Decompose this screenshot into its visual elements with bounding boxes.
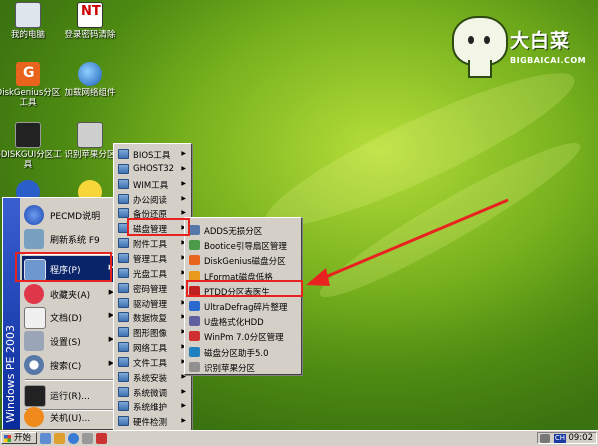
quicklaunch-tool-icon[interactable] — [54, 433, 65, 444]
folder-icon — [118, 267, 129, 278]
programs-submenu: BIOS工具▶GHOST32▶WIM工具▶办公阅读▶备份还原▶磁盘管理▶附件工具… — [113, 143, 192, 445]
highlight-box-disk-management — [127, 218, 190, 236]
winpm-icon — [189, 331, 200, 342]
folder-icon — [118, 193, 129, 204]
favorites-icon — [24, 284, 44, 304]
highlight-box-ptdd — [186, 280, 303, 297]
submenu-arrow-icon: ▶ — [181, 194, 186, 202]
folder-icon — [118, 342, 129, 353]
disk-menu-item-2[interactable]: DiskGenius磁盘分区 — [186, 252, 300, 268]
programs-item-13[interactable]: 网络工具▶ — [115, 339, 190, 354]
submenu-arrow-icon: ▶ — [181, 150, 186, 157]
disk-menu-item-7[interactable]: WinPm 7.0分区管理 — [186, 328, 300, 344]
submenu-arrow-icon: ▶ — [181, 402, 186, 410]
disk-menu-item-5[interactable]: UltraDefrag碎片整理 — [186, 298, 300, 314]
menu-item-search[interactable]: 搜索(C) ▶ — [22, 352, 118, 378]
menu-item-pecmd-help[interactable]: PECMD说明 — [22, 202, 118, 228]
refresh-icon — [24, 229, 44, 249]
tray-network-icon[interactable] — [540, 434, 550, 443]
disk-menu-item-9[interactable]: 识别苹果分区 — [186, 359, 300, 375]
diskgenius-icon — [189, 255, 200, 266]
folder-icon — [118, 356, 129, 367]
start-menu: Windows PE 2003 PECMD说明 刷新系统 F9 程序(P) ▶ … — [2, 197, 119, 430]
programs-item-3[interactable]: 办公阅读 ▶ — [115, 191, 190, 206]
programs-item-0[interactable]: BIOS工具 ▶ — [115, 146, 190, 161]
programs-item-15[interactable]: 系统安装 ▶ — [115, 369, 190, 384]
language-indicator[interactable]: CH — [554, 434, 566, 443]
partition-assistant-icon — [189, 346, 200, 357]
help-icon — [24, 205, 44, 225]
folder-icon — [118, 327, 129, 338]
submenu-arrow-icon: ▶ — [181, 164, 186, 172]
programs-item-1[interactable]: GHOST32 ▶ — [115, 161, 190, 176]
programs-item-6[interactable]: 附件工具▶ — [115, 235, 190, 250]
programs-item-11[interactable]: 数据恢复▶ — [115, 309, 190, 324]
folder-icon — [118, 149, 129, 159]
settings-icon — [24, 331, 44, 351]
system-tray: CH 09:02 — [537, 432, 597, 444]
bootice-icon — [189, 240, 200, 251]
quicklaunch-explorer-icon[interactable] — [40, 433, 51, 444]
folder-icon — [118, 282, 129, 293]
ultradefrag-icon — [189, 301, 200, 311]
apple-partition-icon — [189, 361, 200, 372]
menu-item-settings[interactable]: 设置(S) ▶ — [22, 328, 118, 354]
submenu-arrow-icon: ▶ — [181, 387, 186, 395]
clock: 09:02 — [568, 433, 594, 443]
start-menu-band: Windows PE 2003 — [3, 198, 20, 429]
submenu-arrow-icon: ▶ — [181, 417, 186, 425]
folder-icon — [118, 238, 129, 249]
folder-icon — [118, 297, 129, 308]
adds-icon — [189, 225, 200, 235]
quicklaunch-ie-icon[interactable] — [68, 433, 79, 444]
usb-format-icon — [189, 316, 200, 327]
folder-icon — [118, 401, 129, 412]
disk-menu-item-6[interactable]: U盘格式化HDD — [186, 313, 300, 329]
folder-icon — [118, 208, 129, 219]
menu-item-refresh-system[interactable]: 刷新系统 F9 — [22, 226, 118, 252]
programs-item-10[interactable]: 驱动管理▶ — [115, 295, 190, 310]
programs-item-14[interactable]: 文件工具▶ — [115, 354, 190, 369]
menu-item-documents[interactable]: 文档(D) ▶ — [22, 304, 118, 330]
programs-item-18[interactable]: 硬件检测 ▶ — [115, 413, 190, 428]
programs-item-8[interactable]: 光盘工具▶ — [115, 265, 190, 280]
folder-icon — [118, 163, 129, 174]
folder-icon — [118, 312, 129, 323]
disk-menu-item-1[interactable]: Bootice引导扇区管理 — [186, 237, 300, 253]
disk-menu-item-0[interactable]: ADDS无损分区 — [186, 222, 300, 238]
folder-icon — [118, 178, 129, 189]
folder-icon — [118, 252, 129, 263]
folder-icon — [118, 371, 129, 382]
programs-item-2[interactable]: WIM工具 ▶ — [115, 176, 190, 191]
submenu-arrow-icon: ▶ — [181, 179, 186, 187]
documents-icon — [24, 307, 46, 329]
programs-item-7[interactable]: 管理工具▶ — [115, 250, 190, 265]
programs-item-12[interactable]: 图形图像▶ — [115, 324, 190, 339]
programs-item-17[interactable]: 系统维护 ▶ — [115, 398, 190, 413]
quicklaunch-disk-icon[interactable] — [82, 433, 93, 444]
quicklaunch-app-icon[interactable] — [96, 433, 107, 444]
folder-icon — [118, 416, 129, 427]
programs-item-9[interactable]: 密码管理▶ — [115, 280, 190, 295]
shutdown-icon — [24, 407, 44, 427]
disk-menu-item-8[interactable]: 磁盘分区助手5.0 — [186, 344, 300, 360]
programs-item-16[interactable]: 系统微调 ▶ — [115, 384, 190, 399]
search-icon — [24, 355, 44, 375]
highlight-box-programs — [15, 252, 112, 282]
taskbar: 开始 CH 09:02 — [0, 430, 598, 446]
submenu-arrow-icon: ▶ — [181, 209, 186, 217]
folder-icon — [118, 386, 129, 397]
menu-item-shutdown[interactable]: 关机(U)... — [22, 404, 118, 430]
start-button[interactable]: 开始 — [1, 432, 37, 444]
